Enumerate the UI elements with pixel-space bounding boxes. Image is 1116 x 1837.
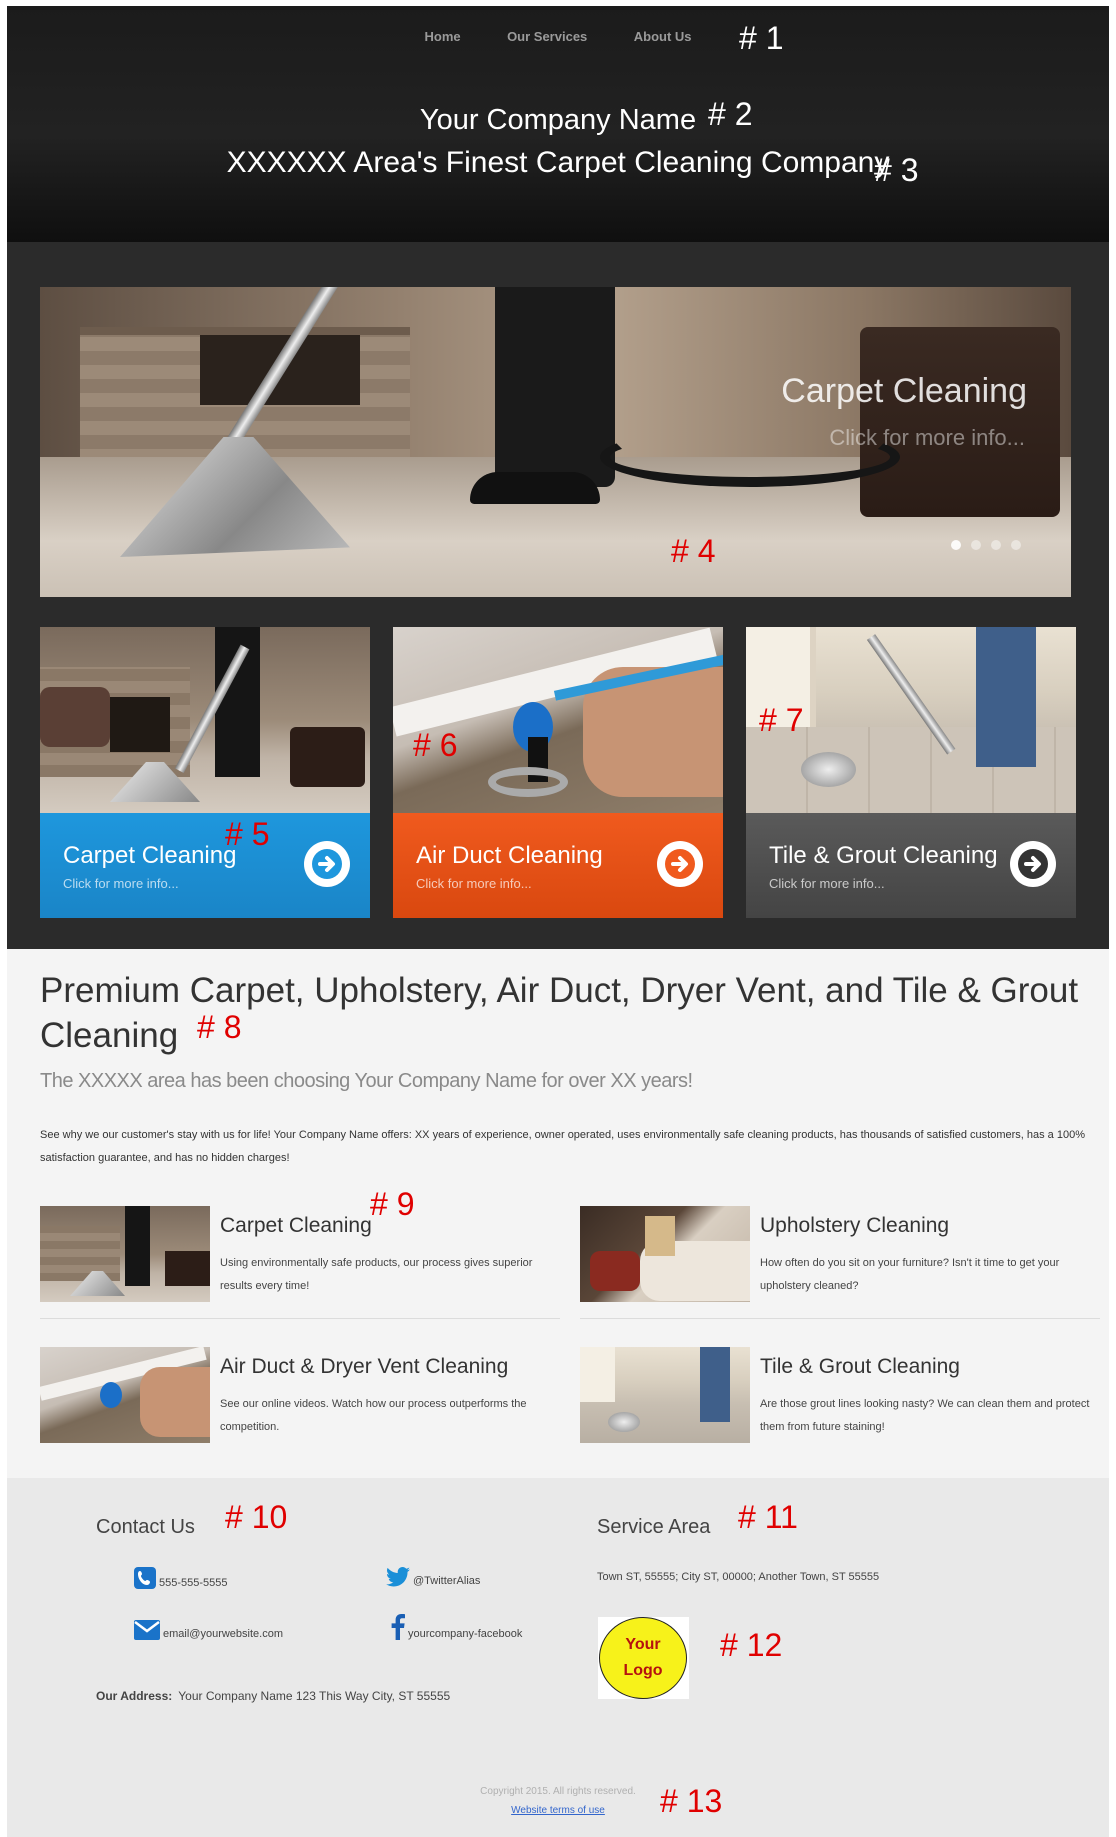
address: Our Address: Your Company Name 123 This W… (96, 1689, 450, 1703)
service-description: Are those grout lines looking nasty? We … (760, 1398, 1090, 1433)
site-footer: Contact Us 555-555-5555 @TwitterAlias em… (7, 1478, 1109, 1837)
annotation-12: # 12 (720, 1627, 783, 1663)
phone-icon (134, 1567, 156, 1589)
service-description: How often do you sit on your furniture? … (760, 1257, 1060, 1292)
tile-title: Carpet Cleaning (63, 842, 237, 869)
annotation-4: # 4 (671, 533, 716, 569)
service-area-list: Town ST, 55555; City ST, 00000; Another … (597, 1571, 880, 1583)
hero-image-furniture (860, 327, 1060, 517)
company-logo[interactable]: Your Logo (598, 1617, 689, 1699)
address-value: Your Company Name 123 This Way City, ST … (178, 1689, 451, 1703)
tile-photo (40, 627, 370, 813)
service-thumbnail[interactable] (40, 1347, 210, 1443)
site-header: Home Our Services About Us Your Company … (7, 6, 1109, 242)
logo-circle: Your Logo (599, 1617, 687, 1699)
service-tile-grout-cleaning[interactable]: Tile & Grout Cleaning Are those grout li… (580, 1347, 1100, 1443)
divider (40, 1318, 560, 1319)
tile-photo (393, 627, 723, 813)
hero-title[interactable]: Carpet Cleaning (781, 372, 1027, 411)
tile-air-duct-cleaning[interactable]: Air Duct Cleaning Click for more info... (393, 627, 723, 918)
lead-text: The XXXXX area has been choosing Your Co… (40, 1070, 693, 1092)
tile-title: Air Duct Cleaning (416, 842, 603, 869)
hero-subtitle[interactable]: Click for more info... (829, 425, 1025, 451)
service-carpet-cleaning[interactable]: Carpet Cleaning Using environmentally sa… (40, 1206, 560, 1302)
service-description: Using environmentally safe products, our… (220, 1257, 533, 1292)
service-title[interactable]: Upholstery Cleaning (760, 1214, 949, 1238)
tagline: XXXXXX Area's Finest Carpet Cleaning Com… (226, 146, 890, 179)
slider-dot-4[interactable] (1011, 540, 1021, 550)
hero-image-shoe (470, 472, 600, 504)
annotation-8: # 8 (197, 1009, 242, 1045)
logo-text-line2: Logo (623, 1662, 663, 1679)
contact-facebook[interactable]: yourcompany-facebook (391, 1613, 522, 1640)
annotation-2: # 2 (708, 96, 753, 132)
annotation-7: # 7 (759, 702, 804, 738)
email-address[interactable]: email@yourwebsite.com (163, 1628, 283, 1640)
main-nav: Home Our Services About Us (7, 28, 1109, 46)
tile-caption: Carpet Cleaning Click for more info... (40, 813, 370, 918)
logo-text-line1: Your (625, 1636, 661, 1653)
slider-dot-2[interactable] (971, 540, 981, 550)
slider-dot-3[interactable] (991, 540, 1001, 550)
tile-subtitle: Click for more info... (63, 876, 179, 891)
terms-link[interactable]: Website terms of use (7, 1805, 1109, 1816)
company-name: Your Company Name (419, 104, 697, 136)
facebook-icon (391, 1614, 405, 1640)
slider-dot-1[interactable] (951, 540, 961, 550)
hero-slider[interactable]: Carpet Cleaning Click for more info... (40, 287, 1071, 597)
tile-caption: Air Duct Cleaning Click for more info... (393, 813, 723, 918)
arrow-right-icon[interactable] (657, 841, 703, 887)
tile-title: Tile & Grout Cleaning (769, 842, 998, 869)
tile-carpet-cleaning[interactable]: Carpet Cleaning Click for more info... (40, 627, 370, 918)
tile-subtitle: Click for more info... (416, 876, 532, 891)
service-thumbnail[interactable] (40, 1206, 210, 1302)
contact-email[interactable]: email@yourwebsite.com (134, 1620, 283, 1640)
service-title[interactable]: Air Duct & Dryer Vent Cleaning (220, 1355, 508, 1379)
contact-heading: Contact Us (96, 1516, 195, 1538)
divider (580, 1318, 1100, 1319)
tile-tile-grout-cleaning[interactable]: Tile & Grout Cleaning Click for more inf… (746, 627, 1076, 918)
copyright: Copyright 2015. All rights reserved. (480, 1786, 636, 1797)
facebook-handle[interactable]: yourcompany-facebook (408, 1628, 522, 1640)
twitter-icon (386, 1567, 410, 1587)
tile-subtitle: Click for more info... (769, 876, 885, 891)
intro-paragraph: See why we our customer's stay with us f… (40, 1129, 1085, 1164)
nav-our-services[interactable]: Our Services (507, 29, 587, 44)
nav-about-us[interactable]: About Us (634, 29, 692, 44)
annotation-11: # 11 (738, 1499, 798, 1535)
service-area-heading: Service Area (597, 1516, 711, 1538)
contact-phone[interactable]: 555-555-5555 (134, 1567, 228, 1589)
phone-number[interactable]: 555-555-5555 (159, 1577, 228, 1589)
annotation-9: # 9 (370, 1186, 415, 1222)
hero-image-person (495, 287, 615, 487)
annotation-6: # 6 (413, 727, 458, 763)
service-thumbnail[interactable] (580, 1347, 750, 1443)
annotation-1: # 1 (739, 20, 784, 56)
address-label: Our Address: (96, 1689, 173, 1703)
service-title[interactable]: Carpet Cleaning (220, 1214, 372, 1238)
service-upholstery-cleaning[interactable]: Upholstery Cleaning How often do you sit… (580, 1206, 1100, 1302)
tile-caption: Tile & Grout Cleaning Click for more inf… (746, 813, 1076, 918)
service-thumbnail[interactable] (580, 1206, 750, 1302)
slider-dots (951, 540, 1021, 550)
annotation-3: # 3 (874, 152, 919, 188)
arrow-right-icon[interactable] (304, 841, 350, 887)
contact-twitter[interactable]: @TwitterAlias (386, 1567, 480, 1587)
twitter-handle[interactable]: @TwitterAlias (413, 1575, 480, 1587)
envelope-icon (134, 1620, 160, 1640)
service-title[interactable]: Tile & Grout Cleaning (760, 1355, 960, 1379)
page: Home Our Services About Us Your Company … (7, 6, 1109, 1837)
service-description: See our online videos. Watch how our pro… (220, 1398, 527, 1433)
service-air-duct-dryer-vent[interactable]: Air Duct & Dryer Vent Cleaning See our o… (40, 1347, 560, 1443)
arrow-right-icon[interactable] (1010, 841, 1056, 887)
annotation-10: # 10 (225, 1499, 288, 1535)
nav-home[interactable]: Home (424, 29, 460, 44)
annotation-13: # 13 (660, 1783, 723, 1819)
annotation-5: # 5 (225, 816, 270, 852)
